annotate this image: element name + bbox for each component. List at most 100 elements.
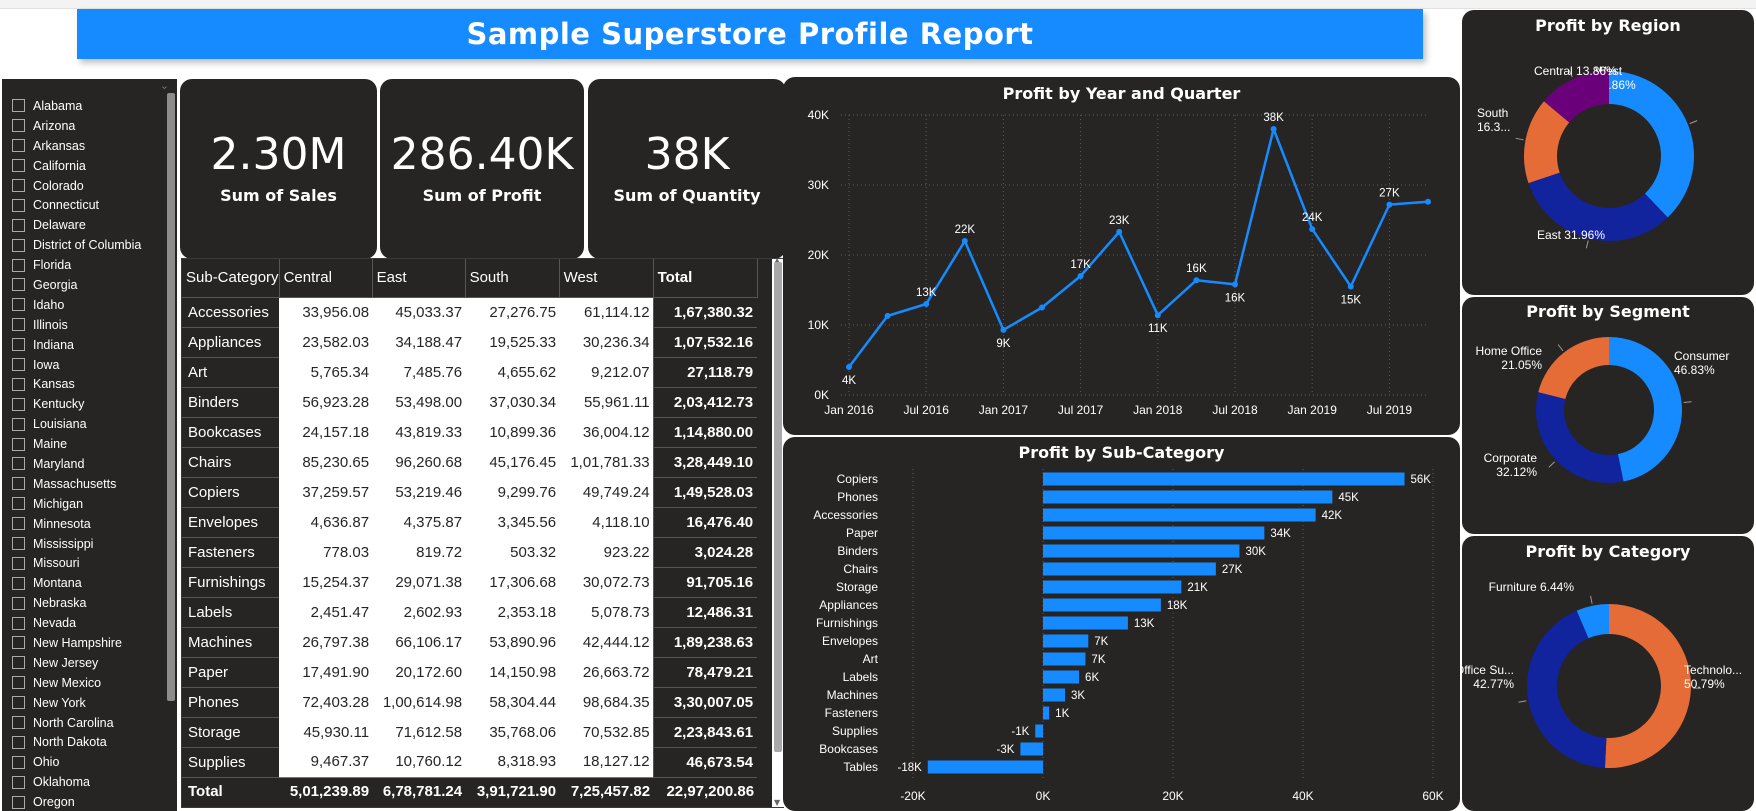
profit-line-series[interactable] <box>848 127 1429 368</box>
slicer-item-arizona[interactable]: Arizona <box>12 116 162 136</box>
slicer-item-new-jersey[interactable]: New Jersey <box>12 653 162 673</box>
data-point[interactable] <box>1270 126 1277 132</box>
slicer-item-delaware[interactable]: Delaware <box>12 215 162 235</box>
data-point[interactable] <box>961 238 968 244</box>
slicer-item-montana[interactable]: Montana <box>12 573 162 593</box>
checkbox[interactable] <box>12 735 25 749</box>
slicer-item-iowa[interactable]: Iowa <box>12 355 162 375</box>
chevron-down-icon[interactable]: ⌄ <box>160 79 169 92</box>
table-row[interactable]: Copiers 37,259.57 53,219.46 9,299.76 49,749.… <box>182 477 758 508</box>
checkbox[interactable] <box>12 517 25 531</box>
checkbox[interactable] <box>12 636 25 650</box>
slicer-item-illinois[interactable]: Illinois <box>12 315 162 335</box>
table-row[interactable]: Appliances 23,582.03 34,188.47 19,525.33 30,… <box>182 327 758 358</box>
bar-storage[interactable] <box>1043 580 1182 594</box>
checkbox[interactable] <box>12 298 25 312</box>
table-row[interactable]: Labels 2,451.47 2,602.93 2,353.18 5,078.73 12… <box>182 597 758 628</box>
column-header-sub-category[interactable]: Sub-Category <box>182 259 280 298</box>
table-row[interactable]: Machines 26,797.38 66,106.17 53,890.96 42,44… <box>182 627 758 658</box>
data-point[interactable] <box>1000 326 1007 333</box>
slicer-scrollbar[interactable] <box>167 93 175 701</box>
slice-technology[interactable] <box>1604 604 1691 768</box>
table-row[interactable]: Storage 45,930.11 71,612.58 35,768.06 70,532… <box>182 717 758 748</box>
data-point[interactable] <box>1309 226 1316 233</box>
slicer-item-massachusetts[interactable]: Massachusetts <box>12 474 162 494</box>
slicer-item-california[interactable]: California <box>12 156 162 176</box>
bar-labels[interactable] <box>1043 670 1080 684</box>
bar-art[interactable] <box>1043 652 1086 666</box>
slicer-item-oregon[interactable]: Oregon <box>12 792 162 811</box>
checkbox[interactable] <box>12 576 25 590</box>
column-header-east[interactable]: East <box>372 259 466 298</box>
state-slicer[interactable]: ⌄ Alabama Arizona Arkansas California Colora… <box>2 79 177 811</box>
bar-bookcases[interactable] <box>1020 742 1043 756</box>
slicer-item-louisiana[interactable]: Louisiana <box>12 414 162 434</box>
checkbox[interactable] <box>12 437 25 451</box>
data-point[interactable] <box>1193 277 1200 284</box>
slicer-item-nevada[interactable]: Nevada <box>12 613 162 633</box>
checkbox[interactable] <box>12 238 25 252</box>
sales-card[interactable]: 2.30M Sum of Sales <box>180 79 377 259</box>
slicer-item-maine[interactable]: Maine <box>12 434 162 454</box>
checkbox[interactable] <box>12 99 25 113</box>
slicer-item-alabama[interactable]: Alabama <box>12 96 162 116</box>
bar-envelopes[interactable] <box>1043 634 1089 648</box>
checkbox[interactable] <box>12 755 25 769</box>
data-point[interactable] <box>1232 281 1238 288</box>
bar-tables[interactable] <box>927 760 1043 774</box>
slicer-item-idaho[interactable]: Idaho <box>12 295 162 315</box>
checkbox[interactable] <box>12 397 25 411</box>
bar-chairs[interactable] <box>1043 562 1216 576</box>
column-header-west[interactable]: West <box>559 259 654 298</box>
slicer-item-georgia[interactable]: Georgia <box>12 275 162 295</box>
slicer-item-missouri[interactable]: Missouri <box>12 553 162 573</box>
bar-accessories[interactable] <box>1043 508 1316 522</box>
table-row[interactable]: Chairs 85,230.65 96,260.68 45,176.45 1,01,78… <box>182 447 758 478</box>
checkbox[interactable] <box>12 716 25 730</box>
checkbox[interactable] <box>12 218 25 232</box>
slicer-item-kentucky[interactable]: Kentucky <box>12 394 162 414</box>
checkbox[interactable] <box>12 278 25 292</box>
checkbox[interactable] <box>12 497 25 511</box>
bar-phones[interactable] <box>1043 490 1333 504</box>
data-point[interactable] <box>1077 273 1084 279</box>
table-row[interactable]: Bookcases 24,157.18 43,819.33 10,899.36 36,0… <box>182 417 758 448</box>
slicer-item-florida[interactable]: Florida <box>12 255 162 275</box>
profit-by-segment-panel[interactable]: Profit by Segment Consumer 46.83% Corporat… <box>1462 297 1754 534</box>
slicer-item-new-mexico[interactable]: New Mexico <box>12 673 162 693</box>
profit-by-subcategory-panel[interactable]: Profit by Sub-Category -20K 0K 20K 40K 60K Co… <box>783 437 1460 811</box>
column-header-south[interactable]: South <box>465 259 560 298</box>
table-row[interactable]: Fasteners 778.03 819.72 503.32 923.22 3,024.2… <box>182 537 758 568</box>
slicer-item-district-of-columbia[interactable]: District of Columbia <box>12 235 162 255</box>
checkbox[interactable] <box>12 676 25 690</box>
profit-by-year-quarter-panel[interactable]: Profit by Year and Quarter 0K 10K 20K 30K 40… <box>783 77 1460 435</box>
bar-binders[interactable] <box>1043 544 1240 558</box>
data-point[interactable] <box>1039 304 1045 311</box>
bar-copiers[interactable] <box>1043 472 1405 486</box>
checkbox[interactable] <box>12 139 25 153</box>
checkbox[interactable] <box>12 795 25 809</box>
slicer-item-minnesota[interactable]: Minnesota <box>12 514 162 534</box>
scroll-down-icon[interactable]: ▼ <box>774 798 780 807</box>
slice-home-office[interactable] <box>1538 337 1609 399</box>
checkbox[interactable] <box>12 417 25 431</box>
slicer-item-north-carolina[interactable]: North Carolina <box>12 713 162 733</box>
slicer-item-new-york[interactable]: New York <box>12 693 162 713</box>
profit-by-region-panel[interactable]: Profit by Region West 37.86% East 31.96% So… <box>1462 10 1754 295</box>
checkbox[interactable] <box>12 775 25 789</box>
checkbox[interactable] <box>12 338 25 352</box>
table-row[interactable]: Furnishings 15,254.37 29,071.38 17,306.68 30… <box>182 567 758 598</box>
slicer-item-michigan[interactable]: Michigan <box>12 494 162 514</box>
bar-fasteners[interactable] <box>1043 706 1050 720</box>
column-header-central[interactable]: Central <box>279 259 373 298</box>
checkbox[interactable] <box>12 377 25 391</box>
slicer-item-indiana[interactable]: Indiana <box>12 335 162 355</box>
checkbox[interactable] <box>12 696 25 710</box>
table-row[interactable]: Art 5,765.34 7,485.76 4,655.62 9,212.07 27,11… <box>182 357 758 388</box>
slicer-item-arkansas[interactable]: Arkansas <box>12 136 162 156</box>
slicer-item-mississippi[interactable]: Mississippi <box>12 534 162 554</box>
data-point[interactable] <box>1154 312 1161 319</box>
table-row[interactable]: Accessories 33,956.08 45,033.37 27,276.75 61… <box>182 297 758 328</box>
checkbox[interactable] <box>12 198 25 212</box>
checkbox[interactable] <box>12 119 25 133</box>
